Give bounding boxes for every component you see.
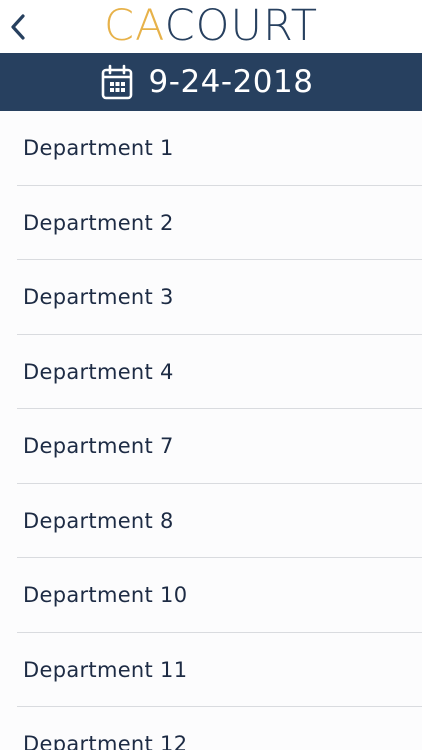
selected-date: 9-24-2018	[148, 64, 314, 100]
department-label: Department 10	[23, 583, 188, 607]
logo-court: COURT	[164, 1, 319, 51]
department-label: Department 8	[23, 508, 174, 533]
department-list-item[interactable]: Department 10	[0, 558, 422, 633]
department-list-item[interactable]: Department 7	[0, 409, 422, 484]
department-label: Department 3	[23, 285, 174, 309]
department-label: Department 11	[23, 657, 188, 682]
department-list-item[interactable]: Department 2	[0, 186, 422, 261]
top-bar: CACOURT	[0, 0, 422, 53]
logo-ca: CA	[103, 1, 165, 51]
department-label: Department 7	[23, 434, 174, 458]
department-list: Department 1 Department 2 Department 3 Depa…	[0, 111, 422, 750]
app-screen: CACOURT 9-24-2018 Department 1 Department…	[0, 0, 422, 750]
department-list-item[interactable]: Department 1	[0, 111, 422, 186]
department-list-item[interactable]: Department 8	[0, 484, 422, 559]
department-list-item[interactable]: Department 12	[0, 707, 422, 750]
department-label: Department 12	[23, 732, 188, 750]
department-label: Department 4	[23, 359, 174, 384]
department-list-item[interactable]: Department 4	[0, 335, 422, 410]
calendar-icon	[101, 64, 132, 100]
department-label: Department 2	[23, 210, 174, 235]
department-list-item[interactable]: Department 11	[0, 633, 422, 708]
date-selector[interactable]: 9-24-2018	[0, 53, 422, 111]
department-label: Department 1	[23, 136, 174, 160]
department-list-item[interactable]: Department 3	[0, 260, 422, 335]
app-logo: CACOURT	[0, 2, 422, 50]
